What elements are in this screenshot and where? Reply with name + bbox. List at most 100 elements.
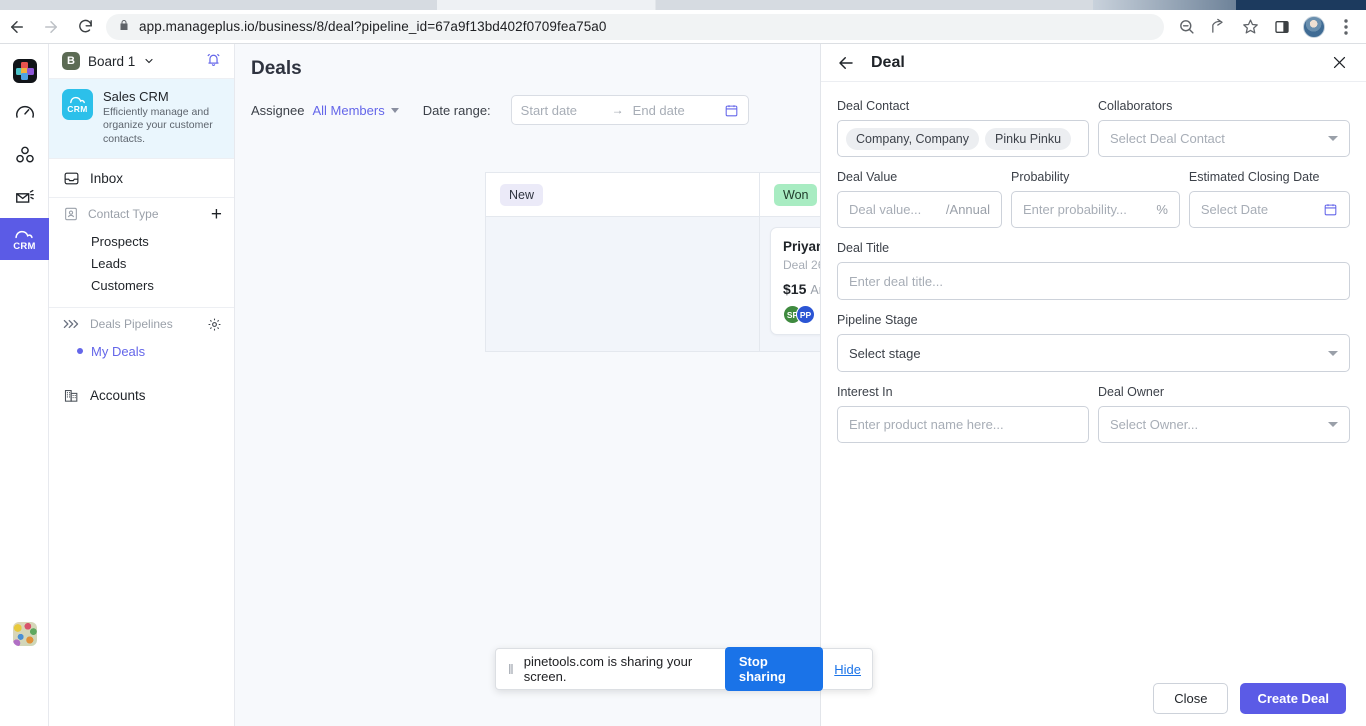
- pipeline-stage-value: Select stage: [849, 345, 921, 361]
- field-label: Deal Contact: [837, 99, 910, 113]
- create-deal-button[interactable]: Create Deal: [1240, 682, 1346, 714]
- side-panel-icon[interactable]: [1268, 13, 1296, 41]
- application-root: CRM B Board 1 CRM Sales CRM Efficiently …: [0, 44, 1366, 726]
- contact-type-icon: [63, 206, 79, 222]
- deal-card-subtitle: Deal 26: [783, 258, 820, 272]
- profile-avatar[interactable]: [1300, 13, 1328, 41]
- filter-bar: Assignee All Members Date range: Start d…: [235, 80, 820, 125]
- sidebar-item-prospects[interactable]: Prospects: [49, 230, 234, 252]
- deal-card-value-group: $15Annual: [783, 281, 820, 297]
- calendar-icon[interactable]: [724, 103, 739, 118]
- sidebar-item-accounts[interactable]: Accounts: [49, 376, 234, 414]
- back-arrow-icon[interactable]: [0, 10, 34, 44]
- sidebar-item-inbox[interactable]: Inbox: [49, 159, 234, 197]
- field-label: Probability: [1011, 170, 1070, 184]
- deal-value-input[interactable]: Deal value... /Annual: [837, 191, 1002, 228]
- deal-owner-select[interactable]: Select Owner...: [1098, 406, 1350, 443]
- panel-title: Deal: [871, 53, 905, 71]
- chevron-down-icon[interactable]: [143, 55, 155, 67]
- field-label: Pipeline Stage: [837, 313, 918, 327]
- browser-tab-strip[interactable]: [0, 0, 1366, 10]
- address-bar[interactable]: app.manageplus.io/business/8/deal?pipeli…: [106, 13, 1164, 40]
- drag-handle-icon[interactable]: ‖: [508, 661, 514, 677]
- share-icon[interactable]: [1204, 13, 1232, 41]
- campaign-mail-icon[interactable]: [0, 176, 49, 218]
- assignee-select[interactable]: All Members: [312, 102, 399, 118]
- sidebar-item-label: Leads: [91, 255, 127, 271]
- notification-bell-icon[interactable]: [205, 51, 222, 71]
- teams-icon[interactable]: [0, 134, 49, 176]
- deal-card-name: Priyanka Soni: [783, 239, 820, 254]
- deal-value-suffix: /Annual: [945, 202, 990, 217]
- hide-button[interactable]: Hide: [834, 662, 861, 677]
- field-label: Interest In: [837, 385, 893, 399]
- deal-title-input[interactable]: Enter deal title...: [837, 262, 1350, 300]
- closing-date-placeholder: Select Date: [1200, 202, 1269, 217]
- dashboard-gauge-icon[interactable]: [0, 92, 49, 134]
- pipeline-settings-gear-icon[interactable]: [207, 317, 222, 332]
- interest-in-input[interactable]: Enter product name here...: [837, 406, 1089, 443]
- field-deal-title: Deal Title Enter deal title...: [837, 241, 1350, 300]
- column-card-list[interactable]: [486, 217, 759, 351]
- deal-card-avatars: SP PP: [783, 305, 815, 324]
- pipeline-stage-select[interactable]: Select stage: [837, 334, 1350, 372]
- crm-logo-text: CRM: [67, 103, 88, 114]
- page-title: Deals: [251, 58, 302, 79]
- chrome-menu-icon[interactable]: [1332, 13, 1360, 41]
- chevron-down-icon: [1328, 422, 1338, 427]
- calendar-icon[interactable]: [1323, 202, 1338, 217]
- reload-icon[interactable]: [68, 10, 102, 44]
- screen-share-bar: ‖ pinetools.com is sharing your screen. …: [495, 647, 873, 691]
- close-button[interactable]: Close: [1153, 682, 1229, 714]
- range-arrow-icon: →: [611, 103, 624, 117]
- user-avatar[interactable]: [13, 622, 37, 646]
- field-label: Deal Value: [837, 170, 898, 184]
- sidebar-item-my-deals[interactable]: My Deals: [49, 340, 234, 362]
- apps-grid-logo[interactable]: [0, 50, 49, 92]
- close-icon[interactable]: [1331, 54, 1348, 71]
- assignee-label: Assignee: [251, 102, 305, 118]
- end-date-input[interactable]: End date: [633, 103, 711, 118]
- browser-chrome: app.manageplus.io/business/8/deal?pipeli…: [0, 0, 1366, 44]
- add-contact-type-button[interactable]: +: [211, 205, 222, 224]
- collaborators-select[interactable]: Select Deal Contact: [1098, 120, 1350, 157]
- field-label: Deal Owner: [1098, 385, 1164, 399]
- deal-detail-panel: Deal Deal Contact Company, Company Pinku…: [820, 44, 1366, 726]
- field-deal-owner: Deal Owner Select Owner...: [1098, 385, 1350, 443]
- deal-contact-input[interactable]: Company, Company Pinku Pinku: [837, 120, 1089, 157]
- field-collaborators: Collaborators Select Deal Contact: [1098, 99, 1350, 157]
- closing-date-input[interactable]: Select Date: [1188, 191, 1350, 228]
- crm-icon[interactable]: CRM: [0, 218, 49, 260]
- forward-arrow-icon[interactable]: [34, 10, 68, 44]
- sidebar-item-leads[interactable]: Leads: [49, 252, 234, 274]
- crm-logo-icon: CRM: [62, 89, 93, 120]
- deal-card[interactable]: Priyanka Soni Deal 26 $15Annual 10% Feb …: [770, 227, 820, 335]
- sidebar-section-label: Contact Type: [88, 207, 159, 222]
- sidebar-item-customers[interactable]: Customers: [49, 274, 234, 296]
- stop-sharing-button[interactable]: Stop sharing: [724, 647, 824, 691]
- icon-rail: CRM: [0, 44, 49, 726]
- assignee-value: All Members: [312, 102, 385, 118]
- browser-window-controls[interactable]: [1236, 0, 1366, 10]
- screen-share-text: pinetools.com is sharing your screen.: [523, 654, 693, 684]
- collaborators-placeholder: Select Deal Contact: [1110, 131, 1225, 146]
- probability-suffix: %: [1156, 202, 1168, 217]
- column-header: New: [486, 173, 759, 217]
- app-card-title: Sales CRM: [103, 89, 169, 104]
- date-range-picker[interactable]: Start date → End date: [510, 95, 749, 125]
- probability-input[interactable]: Enter probability... %: [1011, 191, 1180, 228]
- contact-tag[interactable]: Pinku Pinku: [985, 127, 1072, 150]
- board-selector[interactable]: B Board 1: [49, 44, 234, 79]
- sidebar-section-contact-type: Contact Type +: [49, 198, 234, 230]
- contact-tag[interactable]: Company, Company: [846, 127, 980, 150]
- back-arrow-icon[interactable]: [837, 54, 857, 72]
- start-date-input[interactable]: Start date: [521, 103, 603, 118]
- zoom-out-icon[interactable]: [1172, 13, 1200, 41]
- column-card-list[interactable]: Priyanka Soni Deal 26 $15Annual 10% Feb …: [760, 217, 820, 351]
- sidebar-app-card[interactable]: CRM Sales CRM Efficiently manage and org…: [49, 79, 234, 159]
- kanban-column-new: New: [485, 172, 759, 352]
- bookmark-star-icon[interactable]: [1236, 13, 1264, 41]
- avatar[interactable]: PP: [796, 305, 815, 324]
- field-deal-value: Deal Value Deal value... /Annual: [837, 170, 1002, 228]
- probability-placeholder: Enter probability...: [1023, 202, 1127, 217]
